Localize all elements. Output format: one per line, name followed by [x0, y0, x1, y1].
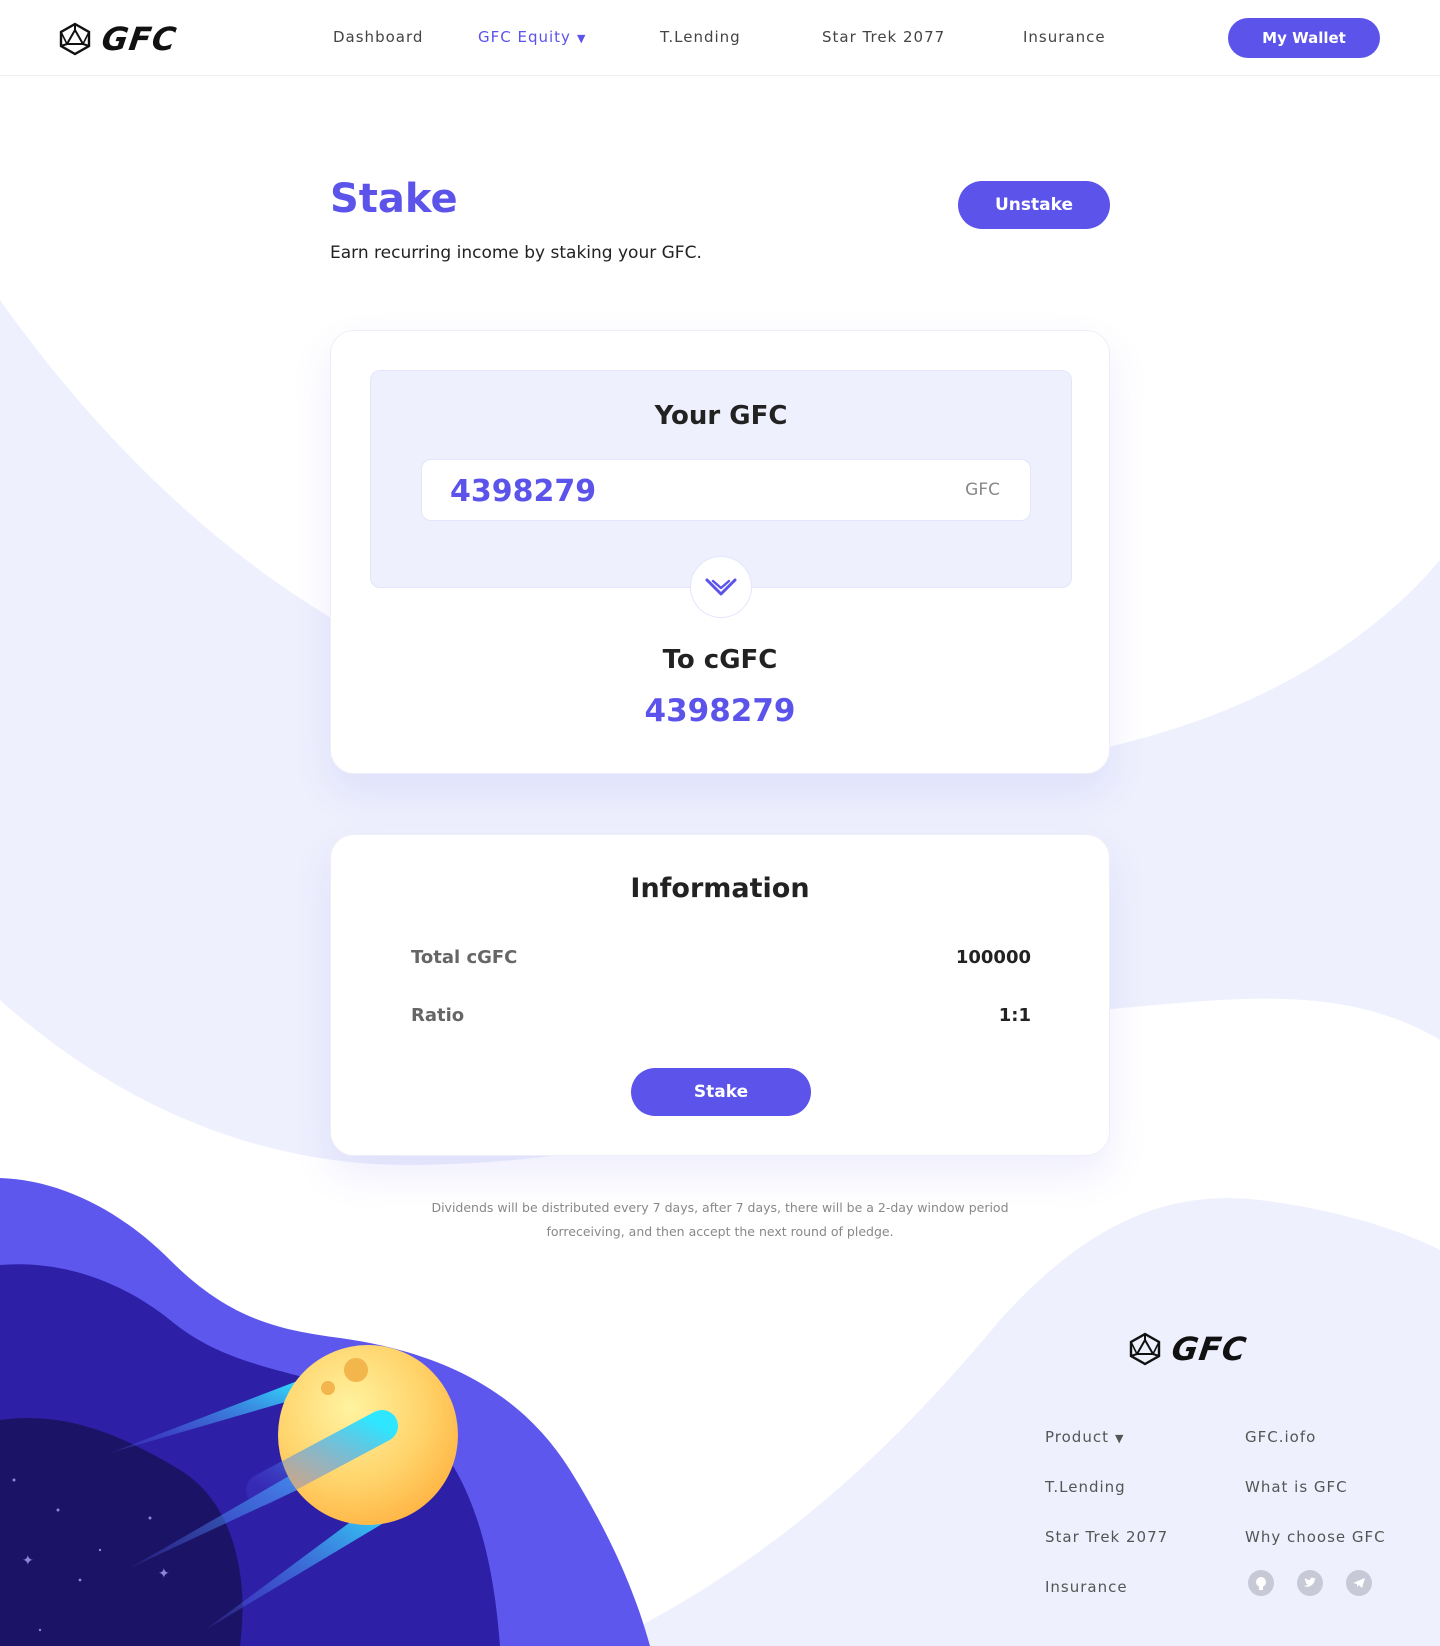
- caret-down-icon: ▼: [1114, 1432, 1125, 1445]
- page-subtitle: Earn recurring income by staking your GF…: [330, 243, 702, 263]
- unit-label: GFC: [965, 480, 1000, 500]
- nav-insurance[interactable]: Insurance: [1023, 28, 1106, 46]
- svg-text:✦: ✦: [22, 1553, 34, 1569]
- footer-star-trek-link[interactable]: Star Trek 2077: [1045, 1528, 1168, 1546]
- dividends-note: Dividends will be distributed every 7 da…: [330, 1196, 1110, 1244]
- footer-what-is-gfc-link[interactable]: What is GFC: [1245, 1478, 1348, 1496]
- caret-down-icon: ▼: [576, 32, 587, 45]
- to-cgfc-title: To cGFC: [662, 645, 778, 675]
- stake-card: Your GFC GFC To cGFC 4398279: [330, 330, 1110, 774]
- telegram-icon[interactable]: [1346, 1570, 1372, 1596]
- to-cgfc-value: 4398279: [644, 693, 796, 729]
- github-icon[interactable]: [1248, 1570, 1274, 1596]
- footer-t-lending-link[interactable]: T.Lending: [1045, 1478, 1126, 1496]
- amount-input-box: GFC: [421, 459, 1031, 521]
- information-card: Information Total cGFC 100000 Ratio 1:1 …: [330, 834, 1110, 1156]
- top-nav-bar: GFC Dashboard GFC Equity ▼ T.Lending Star…: [0, 0, 1440, 76]
- info-row-ratio: Ratio 1:1: [411, 1005, 1031, 1029]
- footer-gfc-iofo-link[interactable]: GFC.iofo: [1245, 1428, 1316, 1446]
- footer-why-choose-gfc-link[interactable]: Why choose GFC: [1245, 1528, 1386, 1546]
- icosahedron-logo-icon: [59, 22, 91, 56]
- svg-text:✦: ✦: [158, 1566, 170, 1582]
- gfc-logo[interactable]: GFC: [58, 20, 180, 58]
- nav-t-lending[interactable]: T.Lending: [660, 28, 741, 46]
- footer-gfc-logo[interactable]: GFC: [1128, 1330, 1250, 1368]
- footer-insurance-link[interactable]: Insurance: [1045, 1578, 1128, 1596]
- your-gfc-title: Your GFC: [654, 401, 788, 431]
- info-label: Total cGFC: [411, 947, 518, 968]
- gfc-amount-input[interactable]: [450, 472, 910, 510]
- nav-gfc-equity[interactable]: GFC Equity ▼: [478, 28, 586, 46]
- nav-dashboard[interactable]: Dashboard: [333, 28, 423, 46]
- info-value: 1:1: [998, 1005, 1031, 1026]
- my-wallet-button[interactable]: My Wallet: [1228, 18, 1380, 58]
- information-title: Information: [630, 873, 810, 904]
- twitter-icon[interactable]: [1297, 1570, 1323, 1596]
- stake-button[interactable]: Stake: [631, 1068, 811, 1116]
- info-value: 100000: [955, 947, 1031, 968]
- info-row-total: Total cGFC 100000: [411, 947, 1031, 971]
- logo-wordmark: GFC: [1169, 1330, 1250, 1368]
- convert-arrow: [690, 556, 752, 618]
- icosahedron-logo-icon: [1129, 1332, 1161, 1366]
- note-line-1: Dividends will be distributed every 7 da…: [431, 1200, 1009, 1215]
- footer-product-link[interactable]: Product ▼: [1045, 1428, 1124, 1446]
- chevron-down-icon: [705, 578, 737, 596]
- page-title: Stake: [330, 176, 458, 222]
- nav-star-trek[interactable]: Star Trek 2077: [822, 28, 945, 46]
- nav-gfc-equity-label: GFC Equity: [478, 28, 571, 46]
- unstake-button[interactable]: Unstake: [958, 181, 1110, 229]
- note-line-2: forreceiving, and then accept the next r…: [546, 1224, 894, 1239]
- logo-wordmark: GFC: [99, 20, 180, 58]
- footer-product-label: Product: [1045, 1428, 1109, 1446]
- info-label: Ratio: [411, 1005, 465, 1026]
